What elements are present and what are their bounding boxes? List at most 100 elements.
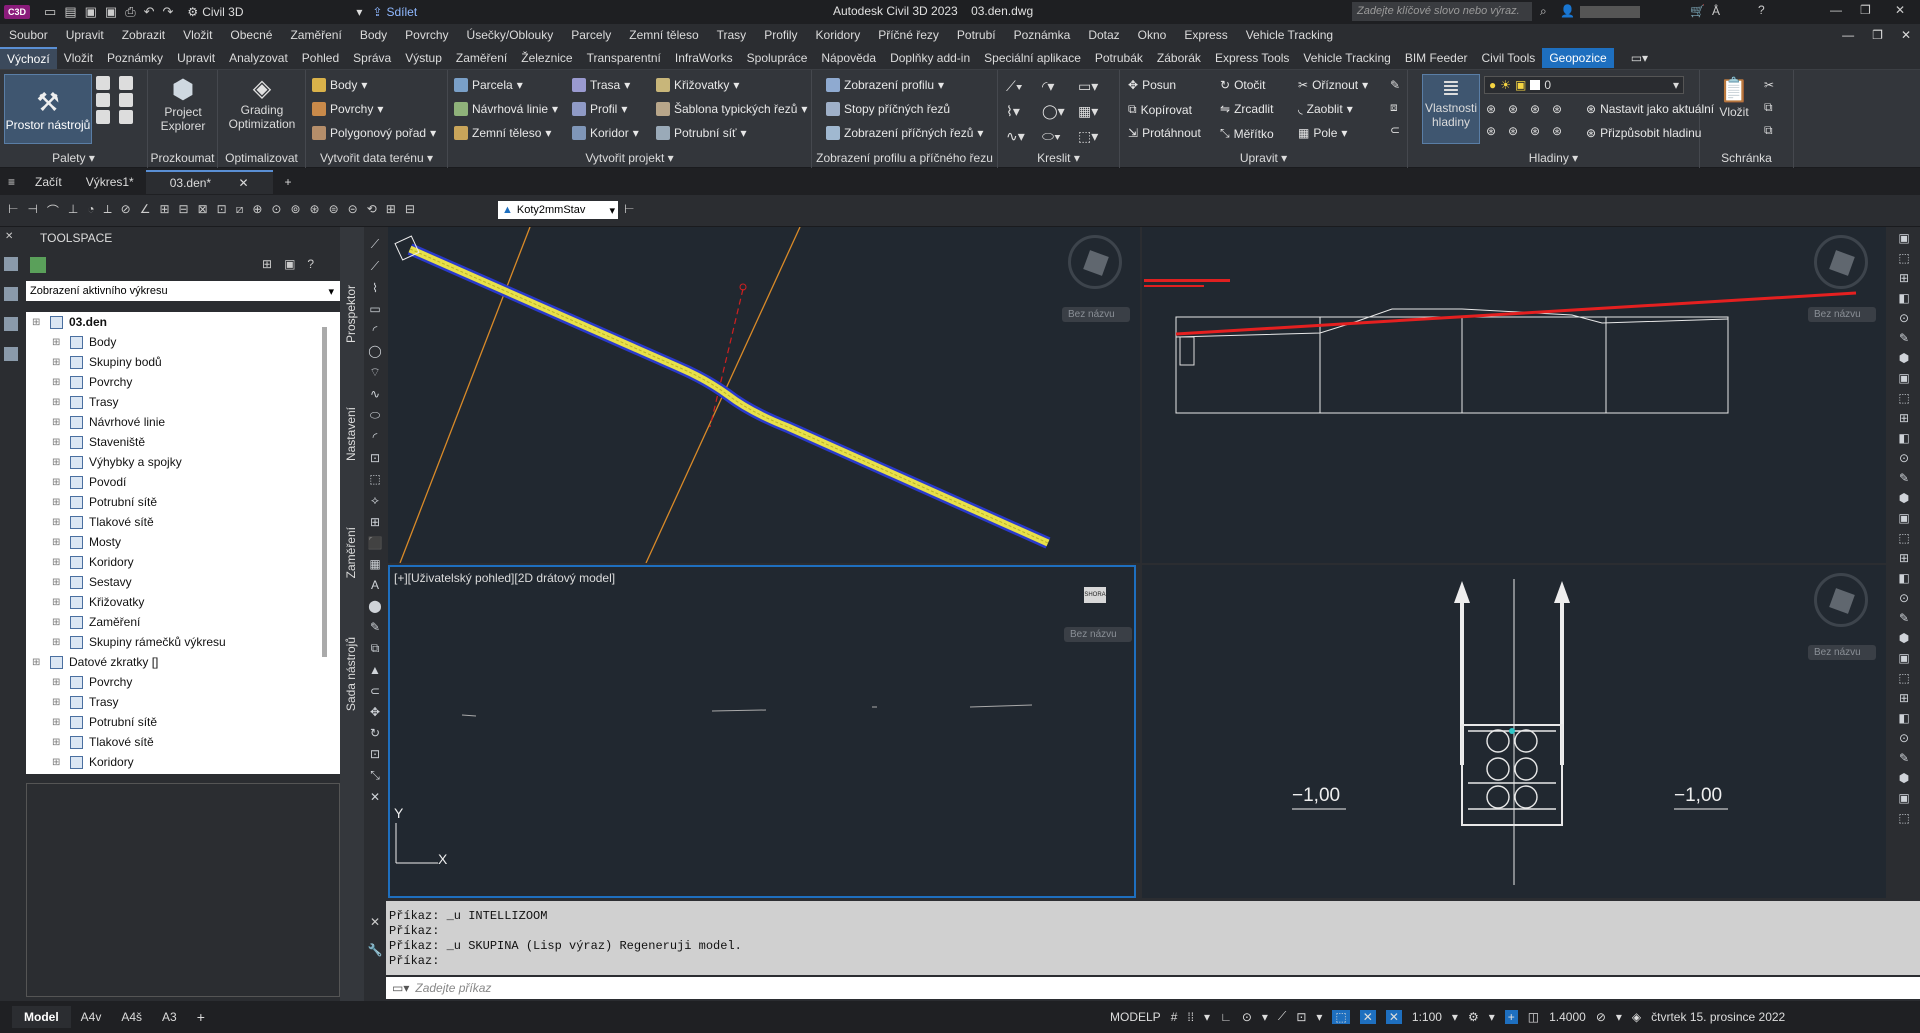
ribbon-tab[interactable]: Záborák <box>1150 48 1208 68</box>
new-icon[interactable]: ▭ <box>44 4 56 20</box>
expand-icon[interactable]: ⊞ <box>52 577 66 588</box>
spline-icon[interactable]: ∿▾ <box>1006 128 1042 145</box>
tab-sada-nastroju[interactable]: Sada nástrojů <box>344 637 358 711</box>
tree-node[interactable]: ⊞ Datové zkratky [] <box>26 652 340 672</box>
right-tool-icon[interactable]: ⬚ <box>1898 671 1909 685</box>
right-tool-icon[interactable]: ⊞ <box>1899 411 1909 425</box>
right-tool-icon[interactable]: ◧ <box>1898 571 1909 585</box>
draw-tool-icon[interactable]: ✕ <box>370 790 380 804</box>
viewport-profile[interactable]: Bez názvu <box>1142 227 1886 563</box>
annotation-visibility-icon[interactable]: ✕ <box>1385 1009 1402 1024</box>
tree-node[interactable]: ⊞ Povodí <box>26 472 340 492</box>
right-tool-icon[interactable]: ✎ <box>1899 331 1909 345</box>
draw-tool-icon[interactable]: ⌔ <box>369 365 380 380</box>
viewcube-top-icon[interactable]: SHORA <box>1084 587 1106 603</box>
draw-tool-icon[interactable]: ⊡ <box>370 451 380 465</box>
expand-icon[interactable]: ⊞ <box>52 497 66 508</box>
right-tool-icon[interactable]: ▣ <box>1898 651 1909 665</box>
annotation-icon[interactable]: ✕ <box>1359 1009 1376 1024</box>
layer-tool-icon[interactable]: ⊛ <box>1530 124 1552 138</box>
view-dropdown[interactable]: Zobrazení aktivního výkresu ▾ <box>26 281 340 301</box>
menu-item[interactable]: Soubor <box>0 28 57 42</box>
otocit-button[interactable]: ↻ Otočit <box>1220 78 1265 92</box>
viewcube-icon[interactable] <box>1814 573 1868 627</box>
krizovatky-button[interactable]: Křižovatky ▾ <box>656 78 739 92</box>
tree-node[interactable]: ⊞ Tlakové sítě <box>26 512 340 532</box>
dim-override-icon[interactable]: ⊟ <box>405 202 415 219</box>
rectangle-icon[interactable]: ▭▾ <box>1078 78 1114 95</box>
tree-node[interactable]: ⊞ Tlakové sítě <box>26 732 340 752</box>
dim-aligned-icon[interactable]: ⊣ <box>27 202 37 219</box>
layout-tab[interactable]: A3 <box>152 1006 187 1028</box>
command-input[interactable]: ▭▾ Zadejte příkaz <box>386 977 1920 999</box>
ellipse-icon[interactable]: ⬭▾ <box>1042 128 1078 145</box>
expand-icon[interactable]: ⊞ <box>52 757 66 768</box>
ribbon-tab[interactable]: Express Tools <box>1208 48 1296 68</box>
new-layout-icon[interactable]: + <box>187 1005 215 1029</box>
panel-title[interactable]: Vytvořit data terénu ▾ <box>306 151 447 165</box>
menu-item[interactable]: Příčné řezy <box>869 28 948 42</box>
palette-icon[interactable] <box>119 76 133 90</box>
toolspace-strip-icon[interactable] <box>4 257 18 271</box>
command-prompt-icon[interactable]: ▭▾ <box>392 981 409 995</box>
ribbon-tab[interactable]: Pohled <box>295 48 346 68</box>
palette-icon[interactable] <box>96 110 110 124</box>
set-current-button[interactable]: ⊛ Nastavit jako aktuální <box>1586 102 1714 116</box>
close-icon[interactable]: ✕ <box>1892 28 1920 42</box>
dim-text-edit-icon[interactable]: ⊝ <box>348 202 358 219</box>
saveas-icon[interactable]: ▣ <box>105 4 117 20</box>
menu-item[interactable]: Obecné <box>221 28 281 42</box>
trasa-button[interactable]: Trasa ▾ <box>572 78 630 92</box>
dim-quick-icon[interactable]: ⊞ <box>159 202 169 219</box>
menu-item[interactable]: Vložit <box>174 28 221 42</box>
tree-node[interactable]: ⊞ Sestavy <box>26 572 340 592</box>
isodraft-icon[interactable]: ⟋ <box>1278 1009 1286 1024</box>
draw-tool-icon[interactable]: ◯ <box>368 344 381 358</box>
doc-tab[interactable]: Začít <box>23 171 74 193</box>
toolspace-strip-icon[interactable] <box>4 347 18 361</box>
print-icon[interactable]: ⎙ <box>125 4 135 20</box>
restore-icon[interactable]: ❐ <box>1863 28 1892 42</box>
command-line-handle[interactable]: ✕ 🔧 <box>364 901 386 999</box>
draw-tool-icon[interactable]: ⬛ <box>368 536 383 550</box>
tree-node[interactable]: ⊞ Výhybky a spojky <box>26 452 340 472</box>
ribbon-tab[interactable]: Civil Tools <box>1475 48 1543 68</box>
save-icon[interactable]: ▣ <box>85 4 97 20</box>
tree-node[interactable]: ⊞ Koridory <box>26 552 340 572</box>
expand-icon[interactable]: ⊞ <box>52 617 66 628</box>
model-space-toggle[interactable]: MODELP <box>1110 1010 1161 1024</box>
menu-item[interactable]: Zemní těleso <box>620 28 707 42</box>
geotag-icon[interactable]: ◈ <box>1632 1010 1641 1024</box>
search-input[interactable]: Zadejte klíčové slovo nebo výraz. <box>1352 2 1532 21</box>
copy-icon[interactable]: ⧉ <box>1764 100 1774 115</box>
share-button[interactable]: ⇪ Sdílet <box>372 5 417 19</box>
palette-icon[interactable] <box>96 93 110 107</box>
panel-title[interactable]: Upravit ▾ <box>1120 151 1407 165</box>
kopirovat-button[interactable]: ⧉ Kopírovat <box>1128 102 1192 117</box>
draw-tool-icon[interactable]: ↻ <box>370 726 380 740</box>
zobrazeni-profilu-button[interactable]: Zobrazení profilu ▾ <box>826 78 944 92</box>
stopy-rezu-button[interactable]: Stopy příčných řezů <box>826 102 950 116</box>
chevron-down-icon[interactable]: ▾ <box>1262 1010 1268 1024</box>
user-name[interactable] <box>1580 6 1640 18</box>
gear-icon[interactable]: ⚙ <box>1468 1010 1479 1024</box>
layer-properties-button[interactable]: ≣ Vlastnosti hladiny <box>1422 74 1480 144</box>
potrubni-sit-button[interactable]: Potrubní síť ▾ <box>656 126 747 140</box>
menu-item[interactable]: Body <box>351 28 396 42</box>
tree-node[interactable]: ⊞ Body <box>26 332 340 352</box>
parcela-button[interactable]: Parcela ▾ <box>454 78 523 92</box>
expand-icon[interactable]: ⊞ <box>52 437 66 448</box>
close-icon[interactable]: ✕ <box>5 231 13 242</box>
pole-button[interactable]: ▦ Pole ▾ <box>1298 126 1347 140</box>
expand-icon[interactable]: ⊞ <box>52 477 66 488</box>
tree-node[interactable]: ⊞ Křižovatky <box>26 592 340 612</box>
sablona-button[interactable]: Šablona typických řezů ▾ <box>656 102 807 116</box>
panel-title[interactable]: Hladiny ▾ <box>1408 151 1699 165</box>
ucs-label[interactable]: Bez názvu <box>1062 307 1130 322</box>
tree-node[interactable]: ⊞ Staveniště <box>26 432 340 452</box>
tab-vychozi[interactable]: Výchozí <box>0 46 57 69</box>
dimstyle-manager-icon[interactable]: ⊢ <box>624 202 634 216</box>
tree-node[interactable]: ⊞ Povrchy <box>26 372 340 392</box>
right-tool-icon[interactable]: ◧ <box>1898 711 1909 725</box>
right-tool-icon[interactable]: ⬢ <box>1899 491 1909 505</box>
